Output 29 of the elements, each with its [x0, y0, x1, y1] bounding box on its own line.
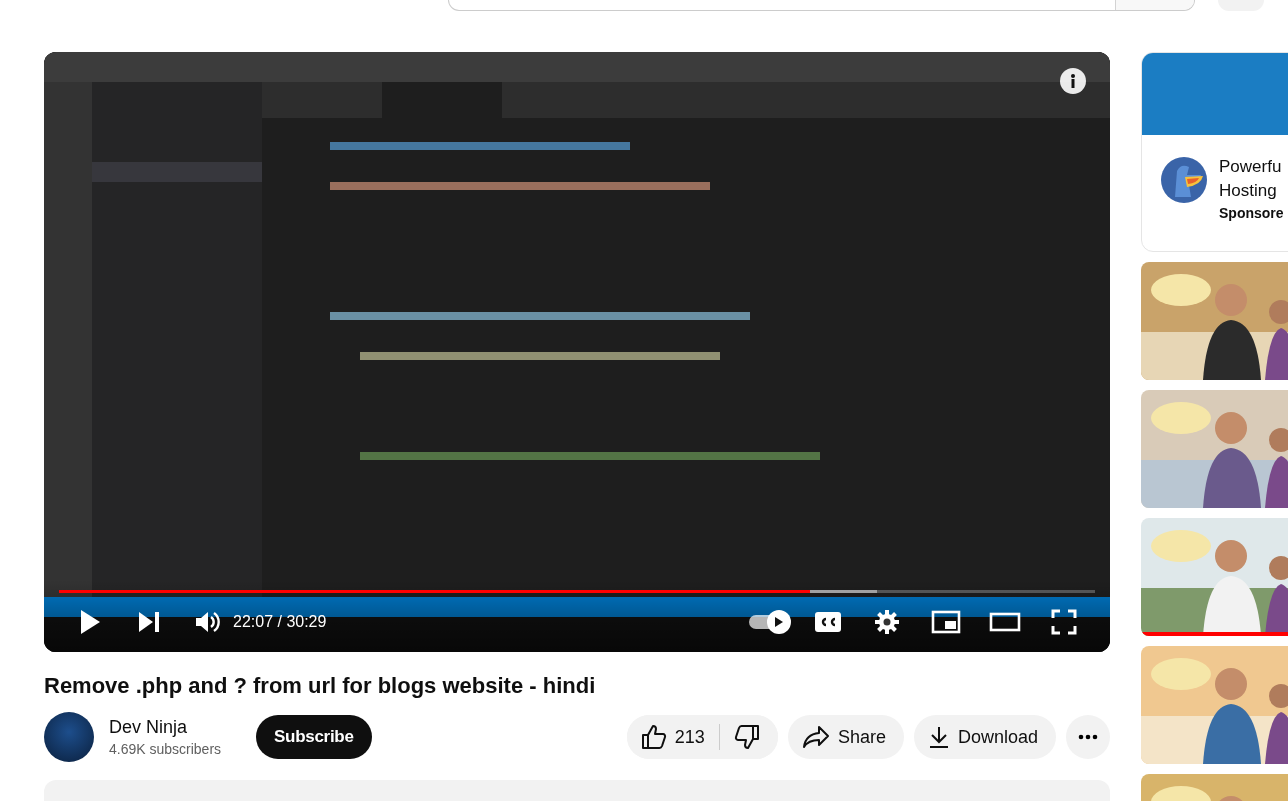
- download-icon: [927, 725, 950, 749]
- ad-title: Hosting: [1219, 180, 1278, 202]
- more-button[interactable]: [1066, 715, 1110, 759]
- rectangle-icon: [989, 612, 1021, 632]
- settings-icon: [874, 609, 900, 635]
- ad-card[interactable]: Powerfu Hosting Sponsore: [1141, 52, 1288, 252]
- subscriber-count: 4.69K subscribers: [109, 740, 222, 759]
- subscribe-button[interactable]: Subscribe: [256, 715, 372, 759]
- ad-title: Powerfu: [1219, 156, 1283, 178]
- play-icon: [79, 609, 101, 635]
- miniplayer-icon: [931, 610, 961, 634]
- channel-name[interactable]: Dev Ninja: [109, 715, 222, 739]
- channel-avatar[interactable]: [44, 712, 94, 762]
- thumbs-up-icon: [640, 724, 667, 750]
- more-icon: [1078, 734, 1098, 740]
- skip-next-icon: [138, 611, 160, 633]
- thumbs-down-icon: [733, 724, 760, 750]
- download-button[interactable]: Download: [913, 715, 1056, 759]
- fullscreen-icon: [1051, 609, 1077, 635]
- play-icon: [774, 616, 784, 628]
- video-title: Remove .php and ? from url for blogs website - hindi: [44, 672, 597, 700]
- share-button[interactable]: Share: [787, 715, 904, 759]
- sponsored-label: Sponsore: [1219, 205, 1284, 221]
- captions-icon: [814, 611, 842, 633]
- progress-bar[interactable]: [59, 590, 1095, 593]
- time-display: 22:07 / 30:29: [233, 613, 327, 631]
- speaker-icon: [195, 610, 221, 634]
- share-arrow-icon: [801, 725, 830, 749]
- lizard-logo-icon: [1161, 157, 1207, 203]
